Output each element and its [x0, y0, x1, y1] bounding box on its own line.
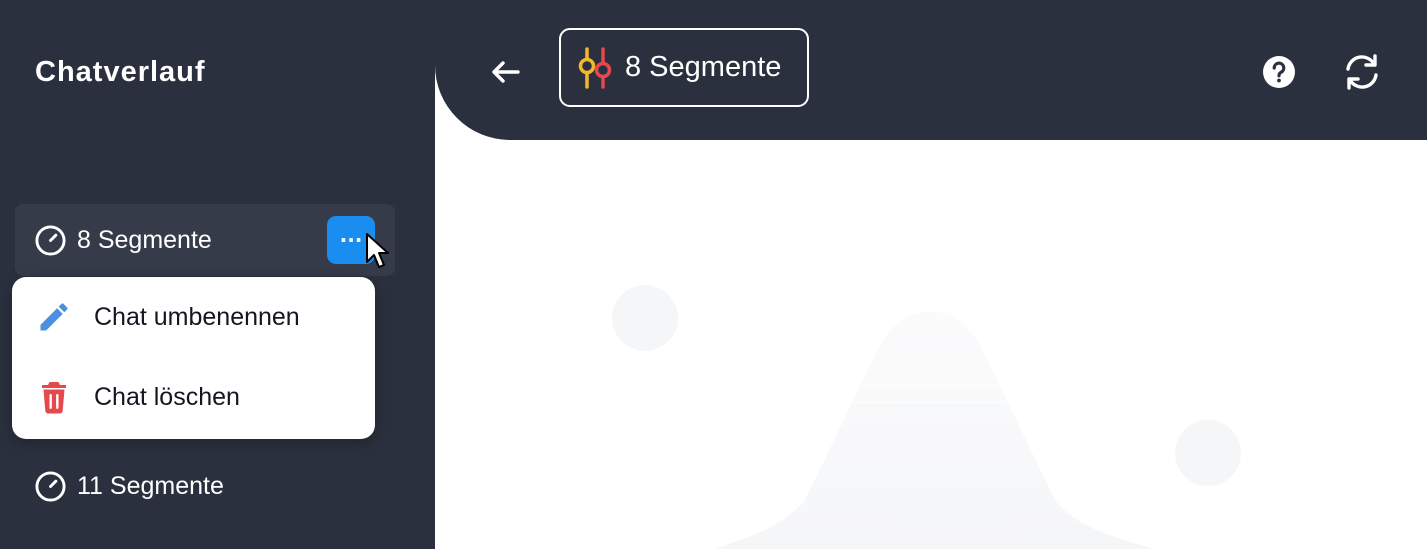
arrow-left-icon	[492, 61, 520, 83]
help-button[interactable]	[1261, 54, 1297, 90]
gauge-icon	[35, 224, 66, 256]
refresh-icon	[1346, 54, 1378, 90]
chat-item-label: 8 Segmente	[77, 225, 212, 254]
delete-chat-label: Chat löschen	[94, 382, 240, 411]
chat-item-8-segmente[interactable]: 8 Segmente ···	[15, 204, 395, 276]
mouse-cursor-icon	[366, 233, 389, 268]
chat-context-menu: Chat umbenennen Chat löschen	[12, 277, 375, 439]
chat-item-label: 11 Segmente	[77, 471, 224, 500]
pencil-icon	[40, 303, 68, 331]
segments-icon	[578, 46, 612, 89]
sidebar-title: Chatverlauf	[35, 56, 206, 88]
chat-item-11-segmente[interactable]: 11 Segmente	[15, 450, 395, 522]
main-header: 8 Segmente	[435, 0, 1427, 140]
sidebar: Chatverlauf 8 Segmente ··· Chat umbenenn…	[0, 0, 435, 549]
rename-chat-menu-item[interactable]: Chat umbenennen	[12, 277, 375, 357]
segment-count-chip[interactable]: 8 Segmente	[559, 28, 809, 107]
trash-icon	[42, 382, 66, 414]
help-circle-icon	[1263, 56, 1295, 88]
back-button[interactable]	[485, 52, 525, 92]
gauge-icon	[35, 470, 66, 502]
refresh-button[interactable]	[1341, 52, 1383, 92]
empty-state-illustration	[612, 285, 1241, 549]
rename-chat-label: Chat umbenennen	[94, 302, 300, 331]
segment-chip-label: 8 Segmente	[625, 51, 782, 83]
delete-chat-menu-item[interactable]: Chat löschen	[12, 357, 375, 437]
main-panel: 8 Segmente	[435, 0, 1427, 549]
